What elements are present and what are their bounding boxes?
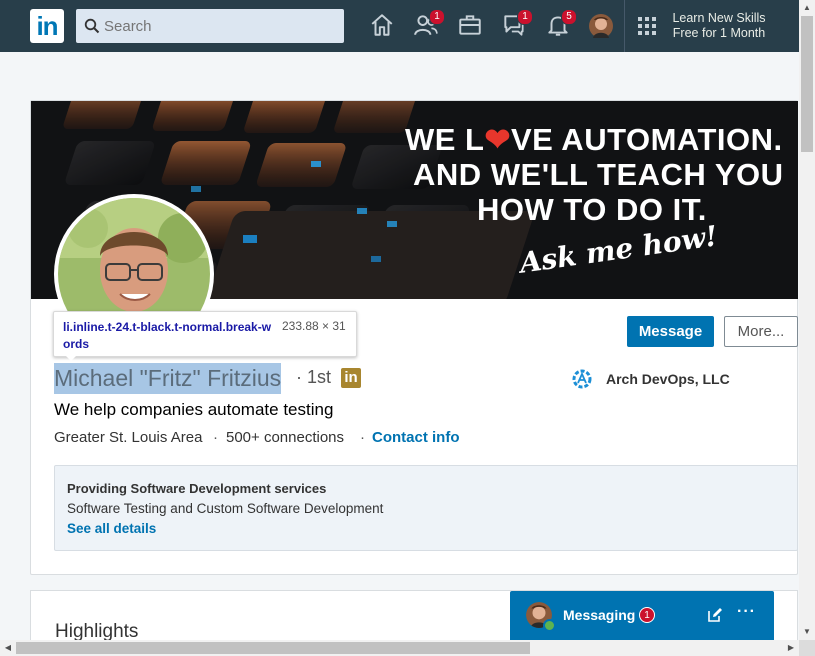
premium-badge-icon: in (341, 368, 361, 388)
tooltip-size: 233.88 × 31 (282, 319, 346, 333)
contact-info-link[interactable]: Contact info (372, 429, 460, 446)
messaging-label: Messaging (563, 607, 636, 623)
profile-location: Greater St. Louis Area (54, 429, 203, 446)
messaging-more-icon[interactable]: ··· (737, 603, 756, 621)
promo-line-1: Learn New Skills (672, 11, 766, 25)
briefcase-icon[interactable] (457, 12, 483, 38)
scroll-up-arrow[interactable]: ▲ (799, 0, 815, 16)
slogan-line-2: AND WE'LL TEACH YOU (413, 157, 784, 192)
company-logo-icon[interactable] (571, 368, 593, 390)
search-icon (84, 18, 100, 34)
search-input[interactable] (104, 9, 334, 43)
scrollbar-corner (799, 640, 815, 656)
separator-dot: · (360, 429, 365, 446)
heart-icon: ❤ (484, 122, 511, 157)
message-button[interactable]: Message (627, 316, 714, 347)
promo-line-2: Free for 1 Month (672, 26, 766, 40)
services-box: Providing Software Development services … (54, 465, 798, 551)
profile-name: Michael "Fritz" Fritzius (54, 363, 282, 394)
more-actions-button[interactable]: More... (724, 316, 798, 347)
premium-promo-link[interactable]: Learn New Skills Free for 1 Month (660, 11, 778, 41)
nav-divider (624, 0, 625, 52)
notifications-nav[interactable]: 5 (545, 9, 577, 38)
global-nav: in 1 1 5 (0, 0, 799, 52)
messaging-overlay[interactable]: Messaging 1 ··· (510, 591, 774, 640)
me-avatar[interactable] (589, 14, 613, 38)
my-network-nav[interactable]: 1 (413, 9, 445, 38)
devtools-inspect-tooltip: li.inline.t-24.t-black.t-normal.break-wo… (53, 311, 357, 357)
compose-icon[interactable] (707, 607, 723, 623)
messaging-badge: 1 (517, 9, 533, 25)
see-all-details-link[interactable]: See all details (67, 521, 156, 536)
connections-count[interactable]: 500+ connections (226, 429, 344, 446)
scroll-down-arrow[interactable]: ▼ (799, 624, 815, 640)
slogan-line-3: HOW TO DO IT. (477, 192, 707, 227)
scroll-left-arrow[interactable]: ◀ (0, 640, 16, 656)
tooltip-arrow (64, 354, 78, 361)
vertical-scroll-thumb[interactable] (801, 16, 813, 152)
search-bar[interactable] (76, 9, 344, 43)
linkedin-logo[interactable]: in (30, 9, 64, 43)
separator-dot: · (213, 429, 218, 446)
connection-degree: · 1st (296, 367, 332, 387)
home-icon[interactable] (369, 12, 395, 38)
slogan-line-1: WE L❤VE AUTOMATION. (405, 122, 783, 158)
messaging-count-badge: 1 (639, 607, 655, 623)
slogan-line-1b: VE AUTOMATION. (510, 122, 783, 157)
apps-grid-icon[interactable] (637, 16, 657, 36)
network-badge: 1 (429, 9, 445, 25)
profile-headline: We help companies automate testing (54, 400, 334, 419)
scroll-right-arrow[interactable]: ▶ (783, 640, 799, 656)
services-description: Software Testing and Custom Software Dev… (67, 501, 384, 516)
slogan-line-1a: WE L (405, 122, 485, 157)
services-title: Providing Software Development services (67, 481, 327, 496)
tooltip-selector: li.inline.t-24.t-black.t-normal.break-wo… (63, 320, 272, 351)
logo-text: in (36, 11, 58, 41)
online-status-dot (543, 619, 556, 632)
company-name-link[interactable]: Arch DevOps, LLC (606, 371, 730, 387)
notifications-badge: 5 (561, 9, 577, 25)
messaging-nav[interactable]: 1 (501, 9, 533, 38)
horizontal-scroll-thumb[interactable] (16, 642, 530, 654)
